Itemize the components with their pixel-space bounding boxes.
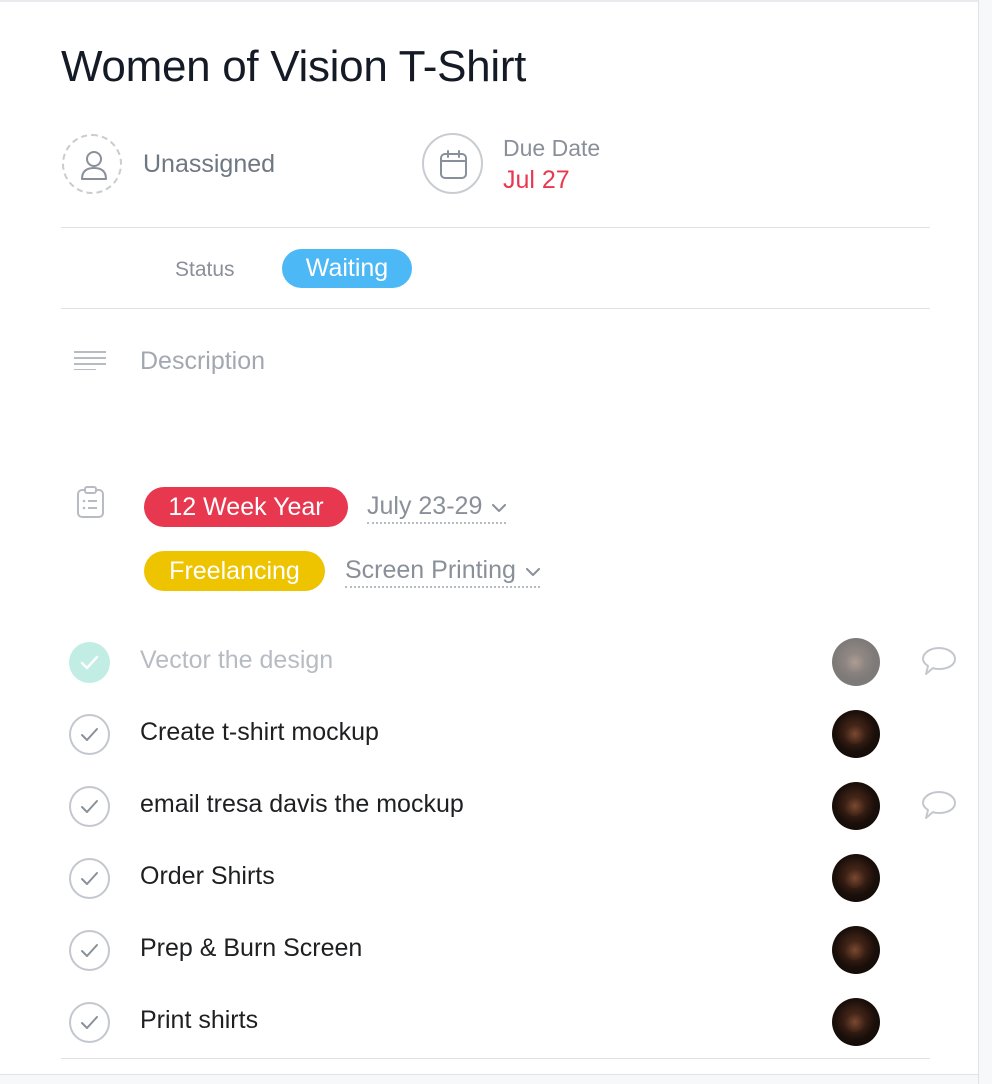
subtask-name[interactable]: Vector the design (140, 646, 333, 675)
person-icon (81, 151, 107, 180)
subtask-row[interactable]: Print shirts (0, 986, 978, 1058)
clipboard-list-icon (77, 486, 104, 518)
divider (61, 227, 930, 228)
subtask-name[interactable]: Prep & Burn Screen (140, 934, 362, 963)
chevron-down-icon (525, 554, 540, 582)
subtask-row[interactable]: Create t-shirt mockup (0, 698, 978, 770)
section-dropdown-screen-printing[interactable]: Screen Printing (345, 554, 540, 589)
project-tag-12-week-year[interactable]: 12 Week Year (144, 487, 348, 527)
chevron-down-icon (492, 490, 507, 518)
assignee-label[interactable]: Unassigned (143, 150, 275, 179)
subtask-complete-checkbox[interactable] (69, 786, 110, 827)
divider (61, 1058, 930, 1059)
speech-bubble-icon[interactable] (922, 790, 957, 822)
description-field[interactable]: Description (140, 347, 265, 376)
check-icon (81, 872, 98, 885)
subtask-complete-checkbox[interactable] (69, 1002, 110, 1043)
due-date-button[interactable] (422, 133, 483, 194)
assignee-button[interactable] (62, 134, 122, 194)
section-dropdown-july[interactable]: July 23-29 (367, 490, 507, 525)
avatar[interactable] (832, 782, 880, 830)
subtask-row[interactable]: Prep & Burn Screen (0, 914, 978, 986)
due-date-value[interactable]: Jul 27 (503, 166, 570, 195)
subtask-complete-checkbox[interactable] (69, 930, 110, 971)
subtask-name[interactable]: Order Shirts (140, 862, 275, 891)
subtask-name[interactable]: Create t-shirt mockup (140, 718, 379, 747)
avatar[interactable] (832, 998, 880, 1046)
status-field-label: Status (175, 258, 235, 281)
task-detail-pane: Women of Vision T-Shirt Unassigned Due D… (0, 0, 978, 1084)
check-icon (81, 1016, 98, 1029)
check-icon (81, 944, 98, 957)
check-icon (81, 800, 98, 813)
subtask-complete-checkbox[interactable] (69, 858, 110, 899)
scrollbar-track[interactable] (978, 0, 992, 1084)
section-label: Screen Printing (345, 556, 516, 584)
avatar[interactable] (832, 710, 880, 758)
check-icon (81, 728, 98, 741)
subtask-name[interactable]: Print shirts (140, 1006, 258, 1035)
calendar-icon (440, 150, 467, 179)
text-lines-icon (74, 351, 106, 370)
status-dropdown[interactable]: Waiting (282, 249, 412, 288)
speech-bubble-icon[interactable] (922, 646, 957, 678)
divider (61, 308, 930, 309)
due-date-label: Due Date (503, 135, 601, 161)
subtask-row[interactable]: Vector the design (0, 626, 978, 698)
pane-bottom-edge (0, 1074, 978, 1084)
avatar[interactable] (832, 926, 880, 974)
avatar[interactable] (832, 854, 880, 902)
subtask-row[interactable]: email tresa davis the mockup (0, 770, 978, 842)
subtask-complete-checkbox[interactable] (69, 714, 110, 755)
avatar[interactable] (832, 638, 880, 686)
subtask-complete-checkbox[interactable] (69, 642, 110, 683)
subtask-row[interactable]: Order Shirts (0, 842, 978, 914)
task-title[interactable]: Women of Vision T-Shirt (61, 42, 526, 92)
subtask-name[interactable]: email tresa davis the mockup (140, 790, 464, 819)
section-label: July 23-29 (367, 492, 483, 520)
check-icon (80, 655, 99, 670)
project-tag-freelancing[interactable]: Freelancing (144, 551, 325, 591)
